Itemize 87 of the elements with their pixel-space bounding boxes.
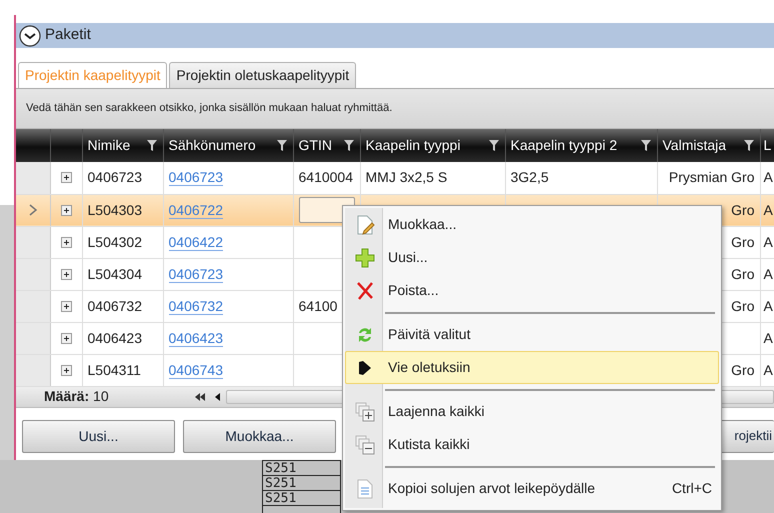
header-cell[interactable]: Valmistaja [657, 129, 760, 162]
table-cell: A [764, 234, 773, 250]
expand-icon[interactable] [60, 204, 72, 216]
column-header: Valmistaja [662, 136, 726, 155]
scroll-first-icon[interactable] [194, 392, 206, 402]
plus-icon [355, 248, 375, 268]
header-cell[interactable]: Kaapelin tyyppi 2 [505, 129, 657, 162]
table-cell: Gro [731, 362, 754, 378]
menu-item[interactable]: Uusi... [345, 241, 719, 274]
table-cell: A [764, 298, 773, 314]
column-header: Sähkönumero [168, 136, 256, 155]
table-cell: 6410004 [298, 169, 354, 186]
menu-item[interactable]: Poista... [345, 274, 719, 307]
header-cell[interactable]: Sähkönumero [163, 129, 293, 162]
expand-icon[interactable] [60, 236, 72, 248]
scroll-left-icon[interactable] [214, 392, 222, 402]
link[interactable]: 0406743 [168, 362, 224, 378]
button[interactable]: Uusi... [22, 420, 175, 452]
column-header: Nimike [88, 136, 130, 155]
expand-icon[interactable] [60, 300, 72, 312]
grid-row[interactable]: 0406723 0406723 6410004 MMJ 3x2,5 S 3G2,5 Prysmian Gro A [16, 162, 774, 194]
table-cell: A [764, 266, 773, 282]
table-cell: A [764, 169, 773, 186]
group-hint: Vedä tähän sen sarakkeen otsikko, jonka sisällön mukaan haluat ryhmittää. [26, 101, 392, 116]
table-cell: L504304 [88, 266, 142, 282]
table-cell: A [764, 330, 773, 346]
table-cell: Gro [731, 234, 754, 250]
table-cell: Prysmian Gro [668, 169, 754, 186]
table-cell: L504302 [88, 234, 142, 250]
filter-icon[interactable] [276, 139, 288, 152]
table-cell: 64100 [298, 298, 338, 314]
link[interactable]: 0406723 [168, 169, 224, 186]
table-cell: 0406423 [88, 330, 142, 346]
header-cell[interactable]: L [760, 129, 774, 162]
menu-item[interactable]: Päivitä valitut [345, 318, 719, 351]
edit-icon [355, 214, 375, 234]
menu-item[interactable]: Muokkaa... [345, 208, 719, 241]
table-cell: A [764, 362, 773, 378]
menu-item[interactable]: Vie oletuksiin [345, 351, 719, 384]
table-cell: Gro [731, 202, 754, 218]
column-header: Kaapelin tyyppi [366, 136, 460, 155]
table-cell: MMJ 3x2,5 S [366, 169, 448, 186]
menu-item[interactable]: Kutista kaikki [345, 428, 719, 461]
drawing-cell: S251 [262, 476, 340, 490]
filter-icon[interactable] [342, 139, 354, 152]
table-cell: L504303 [88, 202, 142, 218]
column-header: L [764, 136, 772, 155]
tab[interactable]: Projektin oletuskaapelityypit [169, 62, 356, 88]
collapse-toggle-icon[interactable] [19, 24, 41, 46]
drawing-cell: S251 [262, 460, 340, 476]
table-cell: 0406732 [88, 298, 142, 314]
link[interactable]: 0406723 [168, 266, 224, 282]
header-cell[interactable]: Nimike [82, 129, 163, 162]
link[interactable]: 0406423 [168, 330, 224, 346]
expand-all-icon [355, 402, 375, 422]
header-cell [50, 129, 82, 162]
expand-icon[interactable] [60, 172, 72, 184]
expand-icon[interactable] [60, 268, 72, 280]
filter-icon[interactable] [640, 139, 652, 152]
link[interactable]: 0406732 [168, 298, 224, 314]
button[interactable]: Muokkaa... [183, 420, 336, 452]
table-cell: L504311 [88, 362, 141, 378]
copy-icon [355, 478, 375, 498]
filter-icon[interactable] [488, 139, 500, 152]
table-cell: A [764, 202, 773, 218]
header-cell[interactable]: GTIN [293, 129, 360, 162]
link[interactable]: 0406422 [168, 234, 224, 250]
shortcut-text: Ctrl+C [672, 479, 713, 498]
header-cell [16, 129, 50, 162]
menu-item[interactable]: Kopioi solujen arvot leikepöydälle Ctrl+C [345, 472, 719, 505]
expand-icon[interactable] [60, 364, 72, 376]
delete-icon [355, 280, 375, 300]
table-cell: Gro [731, 266, 754, 282]
filter-icon[interactable] [742, 139, 754, 152]
table-cell: Gro [731, 298, 754, 314]
menu-item[interactable]: Laajenna kaikki [345, 395, 719, 428]
filter-icon[interactable] [146, 139, 158, 152]
panel-title: Paketit [45, 25, 91, 46]
drawing-cell: S251 [262, 490, 340, 506]
table-cell: 3G2,5 [510, 169, 549, 186]
collapse-all-icon [355, 434, 375, 454]
table-cell: 0406723 [88, 169, 142, 186]
header-cell[interactable]: Kaapelin tyyppi [360, 129, 505, 162]
expand-icon[interactable] [60, 332, 72, 344]
row-count: Määrä: 10 [44, 387, 110, 406]
column-header: Kaapelin tyyppi 2 [510, 136, 618, 155]
column-header: GTIN [298, 136, 332, 155]
